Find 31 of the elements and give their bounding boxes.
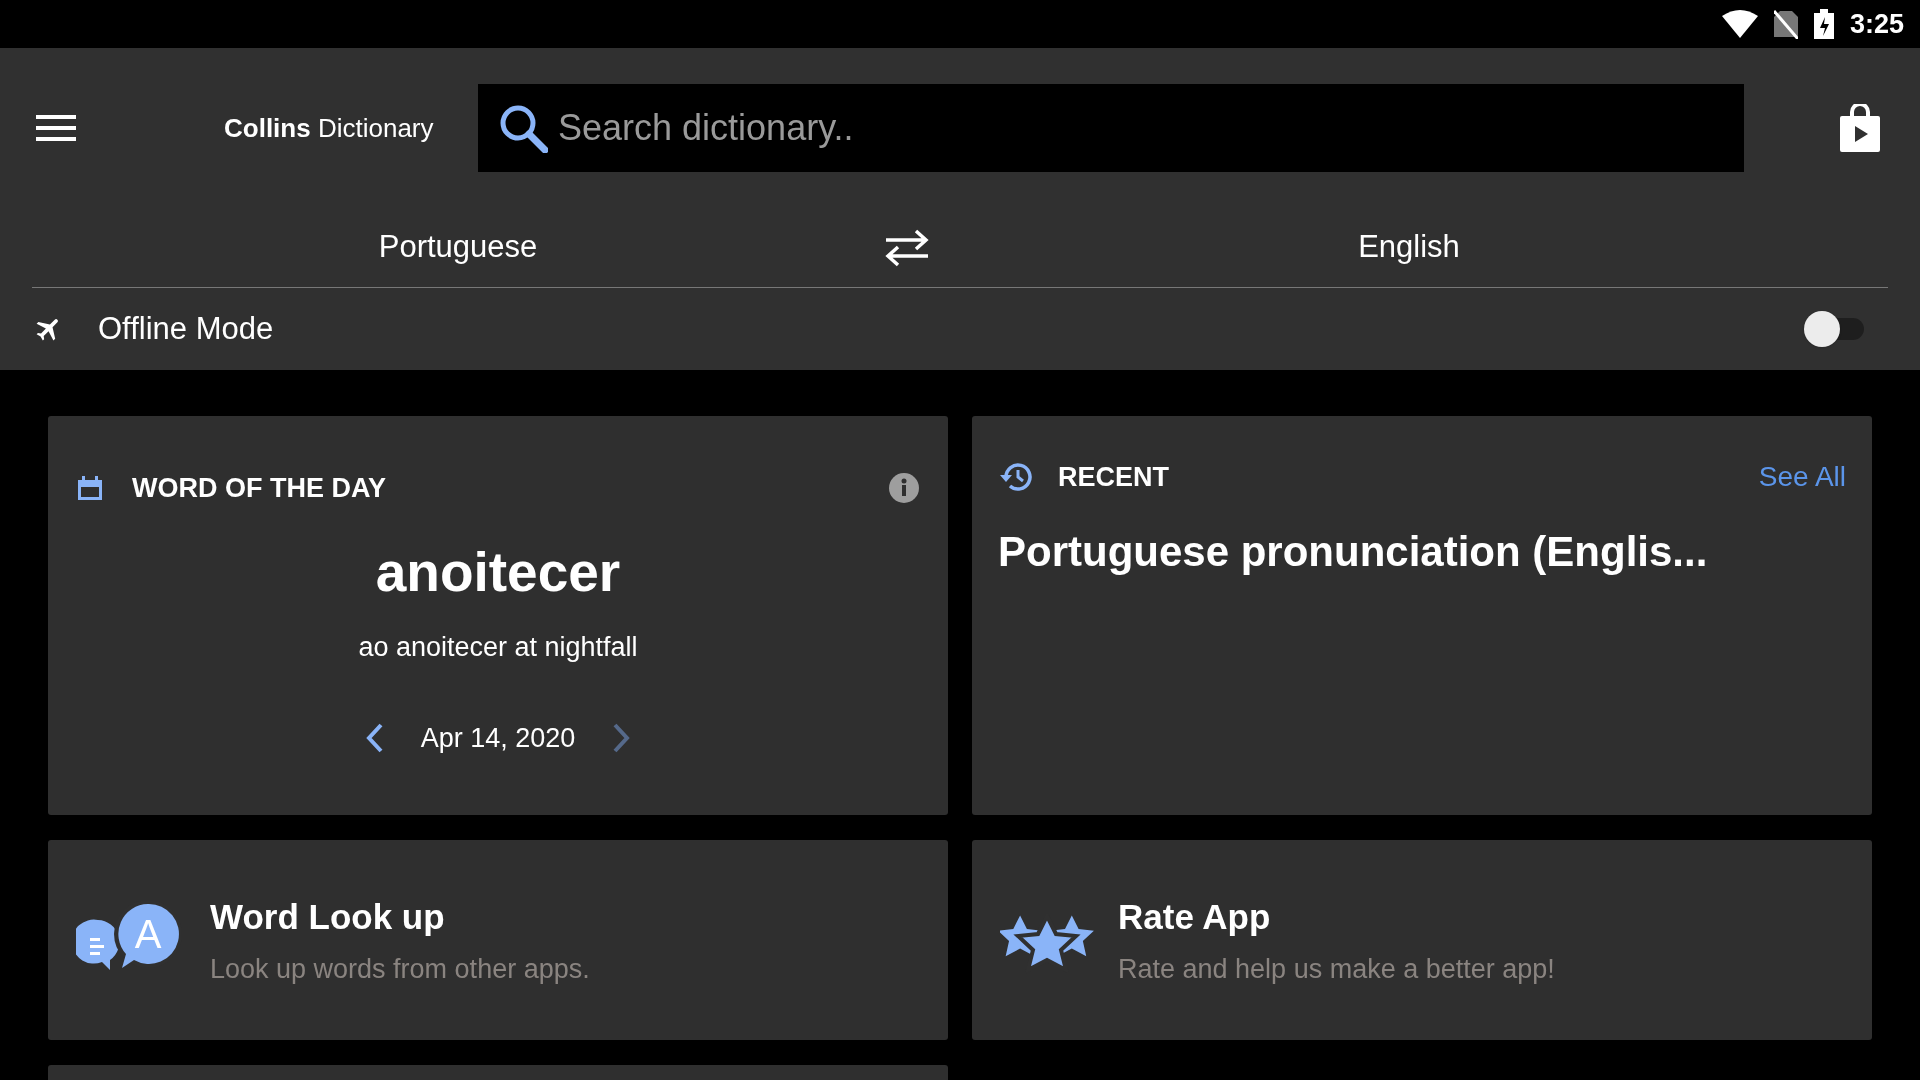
feature-card[interactable]: A Word Look up Look up words from other apps. — [48, 840, 948, 1040]
wifi-icon — [1721, 10, 1758, 38]
battery-icon — [1813, 9, 1834, 39]
card-heading: RECENT — [1058, 460, 1169, 494]
feature-subtitle: Look up words from other apps. — [210, 953, 590, 986]
word-date: Apr 14, 2020 — [420, 721, 576, 755]
swap-arrows-icon[interactable] — [884, 227, 930, 268]
search-field[interactable]: Search dictionary.. — [478, 84, 1744, 172]
search-icon — [498, 103, 548, 153]
history-icon — [998, 462, 1032, 492]
no-sim-icon — [1773, 9, 1798, 39]
card-heading: WORD OF THE DAY — [132, 472, 386, 505]
recent-entry[interactable]: Portuguese pronunciation (Englis... — [998, 520, 1846, 583]
feature-title: Rate App — [1118, 895, 1272, 938]
target-language[interactable]: English — [930, 224, 1888, 271]
feature-title: Word Look up — [210, 895, 446, 938]
source-language[interactable]: Portuguese — [32, 224, 884, 271]
clock-time: 3:25 — [1849, 7, 1904, 41]
info-icon[interactable] — [888, 472, 920, 505]
app-title: Collins Dictionary — [224, 111, 435, 145]
feature-card[interactable]: Rate App Rate and help us make a better app! — [972, 840, 1872, 1040]
menu-icon[interactable] — [36, 113, 76, 143]
calendar-icon — [76, 474, 104, 503]
word-example: ao anoitecer at nightfall — [358, 631, 638, 664]
feature-subtitle: Rate and help us make a better app! — [1118, 953, 1555, 986]
see-all-link[interactable]: See All — [1758, 456, 1846, 498]
shopping-bag-icon[interactable] — [1840, 104, 1880, 152]
previous-day-icon[interactable] — [364, 722, 385, 753]
offline-mode-label: Offline Mode — [98, 309, 274, 348]
next-day-icon[interactable] — [611, 722, 632, 753]
word-of-the-day[interactable]: anoitecer — [375, 530, 621, 613]
